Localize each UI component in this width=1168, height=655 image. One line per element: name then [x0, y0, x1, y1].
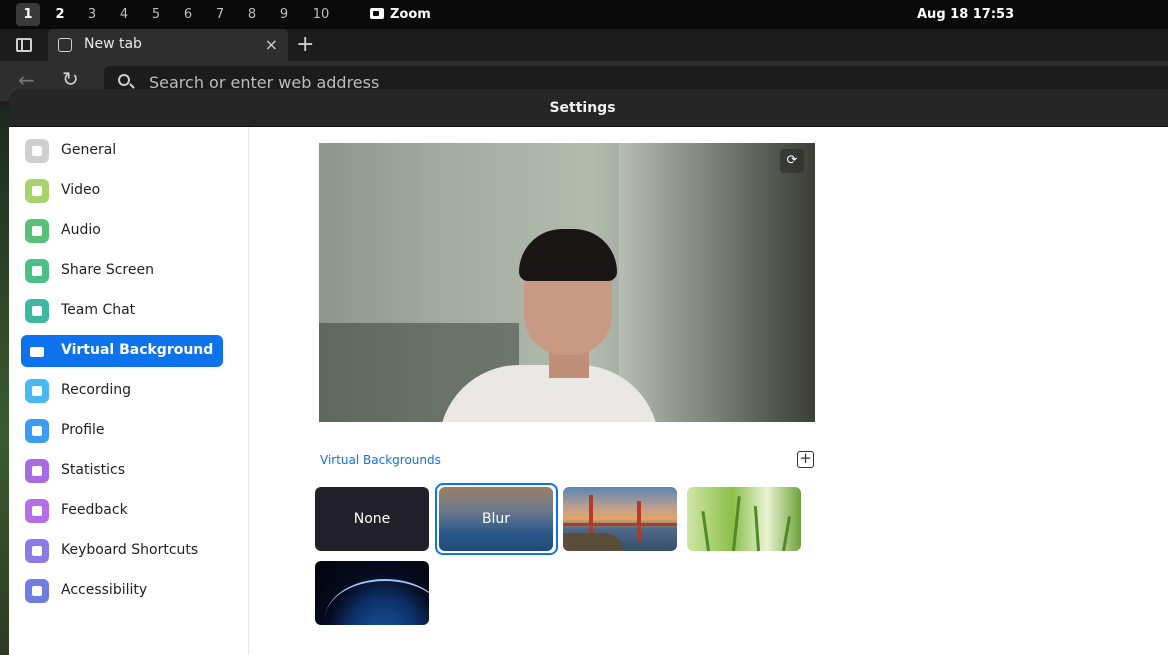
sidebar-item-general[interactable]: General — [21, 135, 223, 167]
clock[interactable]: Aug 18 17:53 — [917, 0, 1014, 29]
sidebar-item-label: Virtual Background — [61, 342, 214, 358]
close-tab-icon[interactable]: × — [265, 35, 278, 54]
sidebar-item-feedback[interactable]: Feedback — [21, 495, 223, 527]
background-golden-gate-tile[interactable] — [563, 487, 677, 551]
virtual-backgrounds-heading: Virtual Backgrounds — [320, 453, 441, 467]
chat-bubble-icon — [25, 299, 49, 323]
workspace-4[interactable]: 4 — [112, 3, 136, 26]
sidebar-item-keyboard-shortcuts[interactable]: Keyboard Shortcuts — [21, 535, 223, 567]
smiley-icon — [25, 499, 49, 523]
sidebar-item-label: General — [61, 142, 117, 158]
reload-icon[interactable]: ↻ — [62, 67, 79, 91]
rotate-camera-icon[interactable]: ⟳ — [780, 149, 804, 173]
earth-horizon-glow — [325, 579, 429, 625]
person-card-icon — [25, 339, 49, 363]
focused-app-name: Zoom — [390, 7, 431, 22]
workspace-2[interactable]: 2 — [48, 3, 72, 26]
tab-strip: New tab × + — [0, 29, 1168, 61]
system-top-bar: 1 2 3 4 5 6 7 8 9 10 Zoom Aug 18 17:53 — [0, 0, 1168, 29]
background-blur-tile[interactable]: Blur — [439, 487, 553, 551]
zoom-camera-icon — [370, 8, 384, 19]
sidebar-item-label: Keyboard Shortcuts — [61, 542, 199, 558]
accessibility-icon — [25, 579, 49, 603]
search-icon — [118, 74, 130, 86]
background-none-label: None — [353, 511, 391, 527]
camera-preview: ⟳ — [319, 143, 815, 422]
person-hair — [519, 229, 617, 281]
focused-app-indicator: Zoom — [370, 0, 431, 29]
settings-sidebar: General Video Audio Share Screen Team Chat Vi… — [9, 127, 249, 655]
bar-chart-icon — [25, 459, 49, 483]
sidebar-item-label: Accessibility — [61, 582, 148, 598]
bridge-headland — [563, 533, 623, 551]
sidebar-item-audio[interactable]: Audio — [21, 215, 223, 247]
background-grass-tile[interactable] — [687, 487, 801, 551]
sidebar-item-video[interactable]: Video — [21, 175, 223, 207]
bridge-deck — [563, 523, 677, 526]
background-none-tile[interactable]: None — [315, 487, 429, 551]
sidebar-item-label: Audio — [61, 222, 101, 238]
video-camera-icon — [25, 179, 49, 203]
grass-blade — [753, 506, 760, 551]
headphones-icon — [25, 219, 49, 243]
bridge-tower — [637, 501, 641, 541]
window-title: Settings — [549, 100, 616, 116]
workspace-3[interactable]: 3 — [80, 3, 104, 26]
settings-window: Settings General Video Audio Share Screen Te… — [9, 89, 1168, 655]
sidebar-item-label: Recording — [61, 382, 132, 398]
sidebar-toggle-icon[interactable] — [16, 38, 32, 52]
add-background-plus-icon[interactable]: + — [797, 451, 814, 468]
tab-title: New tab — [84, 36, 142, 52]
grass-blade — [701, 511, 710, 551]
record-icon — [25, 379, 49, 403]
grass-blade — [782, 516, 792, 551]
workspace-8[interactable]: 8 — [240, 3, 264, 26]
workspace-1[interactable]: 1 — [16, 3, 40, 26]
sidebar-item-share-screen[interactable]: Share Screen — [21, 255, 223, 287]
tab-new-tab[interactable]: New tab × — [48, 29, 288, 61]
sidebar-item-statistics[interactable]: Statistics — [21, 455, 223, 487]
sidebar-item-profile[interactable]: Profile — [21, 415, 223, 447]
sidebar-item-virtual-background[interactable]: Virtual Background — [21, 335, 223, 367]
workspace-10[interactable]: 10 — [308, 3, 334, 26]
preview-background-wall — [619, 143, 815, 422]
new-tab-favicon-icon — [58, 38, 72, 52]
workspace-6[interactable]: 6 — [176, 3, 200, 26]
background-earth-tile[interactable] — [315, 561, 429, 625]
sidebar-item-label: Team Chat — [61, 302, 136, 318]
grass-blade — [732, 496, 741, 551]
virtual-background-panel: ⟳ Virtual Backgrounds + None Blur — [250, 127, 1168, 655]
workspace-7[interactable]: 7 — [208, 3, 232, 26]
share-screen-icon — [25, 259, 49, 283]
workspace-5[interactable]: 5 — [144, 3, 168, 26]
background-blur-label: Blur — [481, 511, 511, 527]
sidebar-item-team-chat[interactable]: Team Chat — [21, 295, 223, 327]
sidebar-item-recording[interactable]: Recording — [21, 375, 223, 407]
new-tab-plus-icon[interactable]: + — [296, 32, 314, 57]
sidebar-item-label: Profile — [61, 422, 105, 438]
sidebar-item-label: Share Screen — [61, 262, 154, 278]
workspace-9[interactable]: 9 — [272, 3, 296, 26]
sidebar-item-label: Video — [61, 182, 101, 198]
sidebar-item-accessibility[interactable]: Accessibility — [21, 575, 223, 607]
sidebar-item-label: Statistics — [61, 462, 125, 478]
sidebar-item-label: Feedback — [61, 502, 128, 518]
keyboard-icon — [25, 539, 49, 563]
person-icon — [25, 419, 49, 443]
gear-icon — [25, 139, 49, 163]
settings-titlebar: Settings — [9, 89, 1168, 127]
